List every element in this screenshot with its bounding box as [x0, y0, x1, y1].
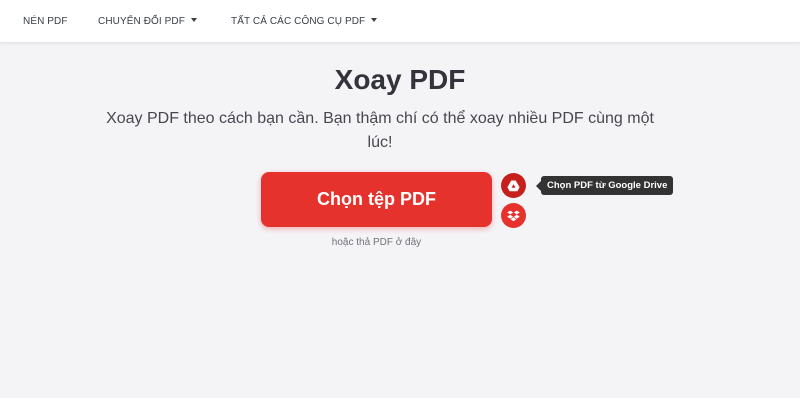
nav-all-pdf-tools[interactable]: TẤT CẢ CÁC CÔNG CỤ PDF — [231, 0, 378, 42]
nav-convert-pdf-label: CHUYỂN ĐỔI PDF — [98, 15, 185, 27]
drop-hint: hoặc thả PDF ở đây — [331, 237, 422, 248]
nav-compress-pdf-label: NÉN PDF — [23, 15, 68, 27]
google-drive-tooltip: Chọn PDF từ Google Drive — [535, 176, 674, 195]
dropbox-icon — [507, 210, 520, 221]
chevron-down-icon — [371, 18, 378, 22]
google-drive-icon — [507, 180, 520, 191]
select-pdf-button[interactable]: Chọn tệp PDF — [261, 172, 492, 227]
dropbox-button[interactable] — [501, 203, 526, 228]
page-title: Xoay PDF — [334, 64, 466, 95]
google-drive-button[interactable] — [501, 173, 526, 198]
select-pdf-button-label: Chọn tệp PDF — [317, 189, 436, 209]
top-navigation: NÉN PDF CHUYỂN ĐỔI PDF TẤT CẢ CÁC CÔNG C… — [0, 0, 800, 43]
nav-compress-pdf[interactable]: NÉN PDF — [23, 0, 68, 42]
nav-convert-pdf[interactable]: CHUYỂN ĐỔI PDF — [98, 0, 197, 42]
page-subtitle: Xoay PDF theo cách bạn cần. Bạn thậm chí… — [106, 110, 654, 151]
nav-all-pdf-tools-label: TẤT CẢ CÁC CÔNG CỤ PDF — [231, 15, 366, 27]
chevron-down-icon — [190, 18, 197, 22]
